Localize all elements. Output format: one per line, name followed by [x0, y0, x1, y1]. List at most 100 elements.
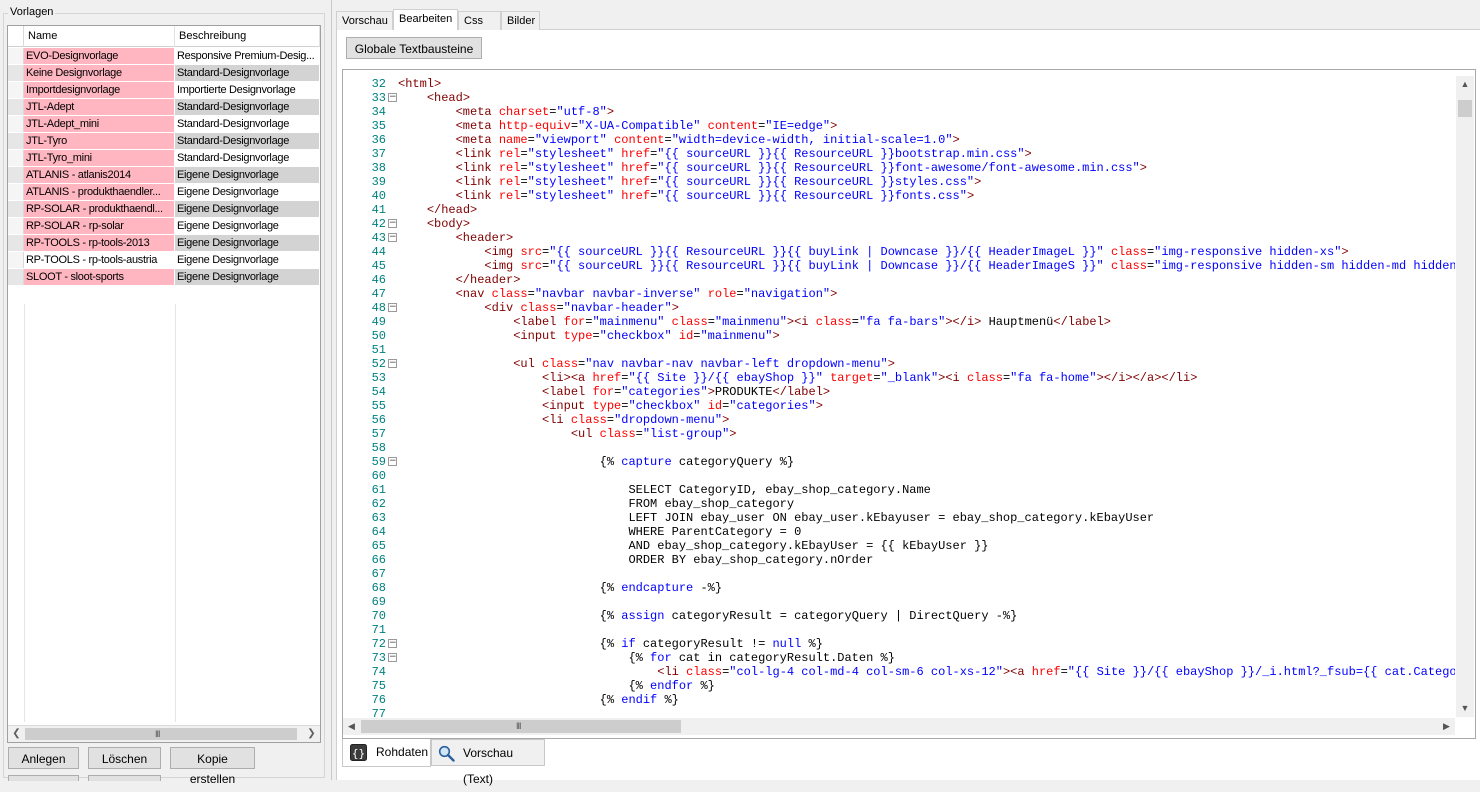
code-line[interactable]: <img src="{{ sourceURL }}{{ ResourceURL …: [398, 259, 1455, 273]
code-line[interactable]: <head>: [398, 91, 470, 105]
delete-template-button[interactable]: Löschen: [88, 747, 161, 769]
row-selector[interactable]: [8, 167, 24, 183]
scroll-up-arrow-icon[interactable]: ▲: [1456, 76, 1474, 93]
template-name-cell[interactable]: Keine Designvorlage: [24, 65, 175, 81]
add-template-button[interactable]: Anlegen: [8, 747, 79, 769]
fold-toggle-icon[interactable]: −: [388, 303, 397, 312]
code-line[interactable]: <input type="checkbox" id="categories">: [398, 399, 823, 413]
template-name-cell[interactable]: RP-TOOLS - rp-tools-austria: [24, 252, 175, 268]
code-line[interactable]: <ul class="list-group">: [398, 427, 737, 441]
tab-bilder[interactable]: Bilder: [501, 11, 540, 30]
global-text-blocks-button[interactable]: Globale Textbausteine: [346, 37, 482, 59]
template-name-cell[interactable]: RP-SOLAR - rp-solar: [24, 218, 175, 234]
template-description-cell[interactable]: Standard-Designvorlage: [175, 133, 320, 149]
templates-grid[interactable]: Name Beschreibung EVO-Designvorlage Respo…: [7, 25, 321, 743]
template-description-cell[interactable]: Eigene Designvorlage: [175, 201, 320, 217]
editor-vertical-scrollbar[interactable]: ▲ ▼: [1456, 76, 1474, 717]
table-row[interactable]: ATLANIS - atlanis2014 Eigene Designvorlag…: [8, 167, 320, 184]
row-selector[interactable]: [8, 48, 24, 64]
template-description-cell[interactable]: Eigene Designvorlage: [175, 269, 320, 285]
code-line[interactable]: <li><a href="{{ Site }}/{{ ebayShop }}" …: [398, 371, 1197, 385]
column-header-description[interactable]: Beschreibung: [175, 26, 320, 47]
table-row[interactable]: Importdesignvorlage Importierte Designvor…: [8, 82, 320, 99]
code-line[interactable]: {% endfor %}: [398, 679, 714, 693]
template-description-cell[interactable]: Standard-Designvorlage: [175, 99, 320, 115]
template-name-cell[interactable]: JTL-Tyro_mini: [24, 150, 175, 166]
fold-toggle-icon[interactable]: −: [388, 359, 397, 368]
code-line[interactable]: <nav class="navbar navbar-inverse" role=…: [398, 287, 838, 301]
row-selector[interactable]: [8, 269, 24, 285]
fold-toggle-icon[interactable]: −: [388, 457, 397, 466]
code-line[interactable]: </header>: [398, 273, 521, 287]
hidden-button[interactable]: [88, 775, 161, 781]
code-line[interactable]: <label for="categories">PRODUKTE</label>: [398, 385, 830, 399]
row-selector[interactable]: [8, 218, 24, 234]
table-row[interactable]: RP-SOLAR - produkthaendl... Eigene Design…: [8, 201, 320, 218]
code-line[interactable]: <link rel="stylesheet" href="{{ sourceUR…: [398, 161, 1147, 175]
row-selector[interactable]: [8, 252, 24, 268]
code-line[interactable]: </head>: [398, 203, 477, 217]
scroll-left-arrow-icon[interactable]: ❮: [8, 726, 25, 742]
table-row[interactable]: SLOOT - sloot-sports Eigene Designvorlage: [8, 269, 320, 286]
code-line[interactable]: ORDER BY ebay_shop_category.nOrder: [398, 553, 873, 567]
code-line[interactable]: <meta charset="utf-8">: [398, 105, 614, 119]
template-name-cell[interactable]: ATLANIS - atlanis2014: [24, 167, 175, 183]
tab-vorschau-text[interactable]: Vorschau (Text): [431, 739, 545, 786]
table-row[interactable]: ATLANIS - produkthaendler... Eigene Desig…: [8, 184, 320, 201]
row-selector[interactable]: [8, 65, 24, 81]
row-selector[interactable]: [8, 150, 24, 166]
code-line[interactable]: <link rel="stylesheet" href="{{ sourceUR…: [398, 189, 975, 203]
template-description-cell[interactable]: Standard-Designvorlage: [175, 116, 320, 132]
hidden-button[interactable]: [8, 775, 79, 781]
code-line[interactable]: {% assign categoryResult = categoryQuery…: [398, 609, 1018, 623]
template-name-cell[interactable]: SLOOT - sloot-sports: [24, 269, 175, 285]
code-line[interactable]: LEFT JOIN ebay_user ON ebay_user.kEbayus…: [398, 511, 1154, 525]
template-description-cell[interactable]: Eigene Designvorlage: [175, 184, 320, 200]
scrollbar-thumb[interactable]: [1458, 100, 1472, 117]
table-row[interactable]: RP-SOLAR - rp-solar Eigene Designvorlage: [8, 218, 320, 235]
scroll-right-arrow-icon[interactable]: ▶: [1438, 718, 1455, 735]
tab-rohdaten[interactable]: {} Rohdaten: [342, 739, 431, 767]
code-line[interactable]: AND ebay_shop_category.kEbayUser = {{ kE…: [398, 539, 988, 553]
code-line[interactable]: <div class="navbar-header">: [398, 301, 678, 315]
fold-toggle-icon[interactable]: −: [388, 653, 397, 662]
template-description-cell[interactable]: Standard-Designvorlage: [175, 150, 320, 166]
row-selector[interactable]: [8, 184, 24, 200]
grid-horizontal-scrollbar[interactable]: ❮ III ❯: [8, 725, 320, 742]
code-line[interactable]: FROM ebay_shop_category: [398, 497, 794, 511]
template-name-cell[interactable]: JTL-Adept: [24, 99, 175, 115]
code-line[interactable]: WHERE ParentCategory = 0: [398, 525, 801, 539]
table-row[interactable]: JTL-Tyro Standard-Designvorlage: [8, 133, 320, 150]
row-selector[interactable]: [8, 82, 24, 98]
table-row[interactable]: Keine Designvorlage Standard-Designvorlag…: [8, 65, 320, 82]
code-line[interactable]: {% endcapture -%}: [398, 581, 722, 595]
row-selector[interactable]: [8, 99, 24, 115]
scroll-left-arrow-icon[interactable]: ◀: [343, 718, 360, 735]
code-line[interactable]: {% if categoryResult != null %}: [398, 637, 823, 651]
template-name-cell[interactable]: RP-TOOLS - rp-tools-2013: [24, 235, 175, 251]
template-description-cell[interactable]: Importierte Designvorlage: [175, 82, 320, 98]
code-line[interactable]: <label for="mainmenu" class="mainmenu"><…: [398, 315, 1111, 329]
template-description-cell[interactable]: Eigene Designvorlage: [175, 167, 320, 183]
code-line[interactable]: {% capture categoryQuery %}: [398, 455, 794, 469]
row-selector[interactable]: [8, 133, 24, 149]
code-line[interactable]: SELECT CategoryID, ebay_shop_category.Na…: [398, 483, 930, 497]
template-name-cell[interactable]: ATLANIS - produkthaendler...: [24, 184, 175, 200]
scroll-right-arrow-icon[interactable]: ❯: [303, 726, 320, 742]
copy-template-button[interactable]: Kopie erstellen: [170, 747, 255, 786]
code-line[interactable]: {% endif %}: [398, 693, 679, 707]
code-line[interactable]: <li class="dropdown-menu">: [398, 413, 729, 427]
tab-vorschau[interactable]: Vorschau: [336, 11, 393, 30]
table-row[interactable]: JTL-Adept_mini Standard-Designvorlage: [8, 116, 320, 133]
template-description-cell[interactable]: Eigene Designvorlage: [175, 218, 320, 234]
row-selector[interactable]: [8, 116, 24, 132]
row-selector-header[interactable]: [8, 26, 24, 47]
template-description-cell[interactable]: Standard-Designvorlage: [175, 65, 320, 81]
scrollbar-thumb[interactable]: [361, 720, 681, 733]
code-line[interactable]: {% for cat in categoryResult.Daten %}: [398, 651, 894, 665]
code-line[interactable]: <ul class="nav navbar-nav navbar-left dr…: [398, 357, 895, 371]
code-line[interactable]: <html>: [398, 77, 441, 91]
table-row[interactable]: RP-TOOLS - rp-tools-2013 Eigene Designvor…: [8, 235, 320, 252]
code-line[interactable]: <input type="checkbox" id="mainmenu">: [398, 329, 779, 343]
table-row[interactable]: JTL-Tyro_mini Standard-Designvorlage: [8, 150, 320, 167]
